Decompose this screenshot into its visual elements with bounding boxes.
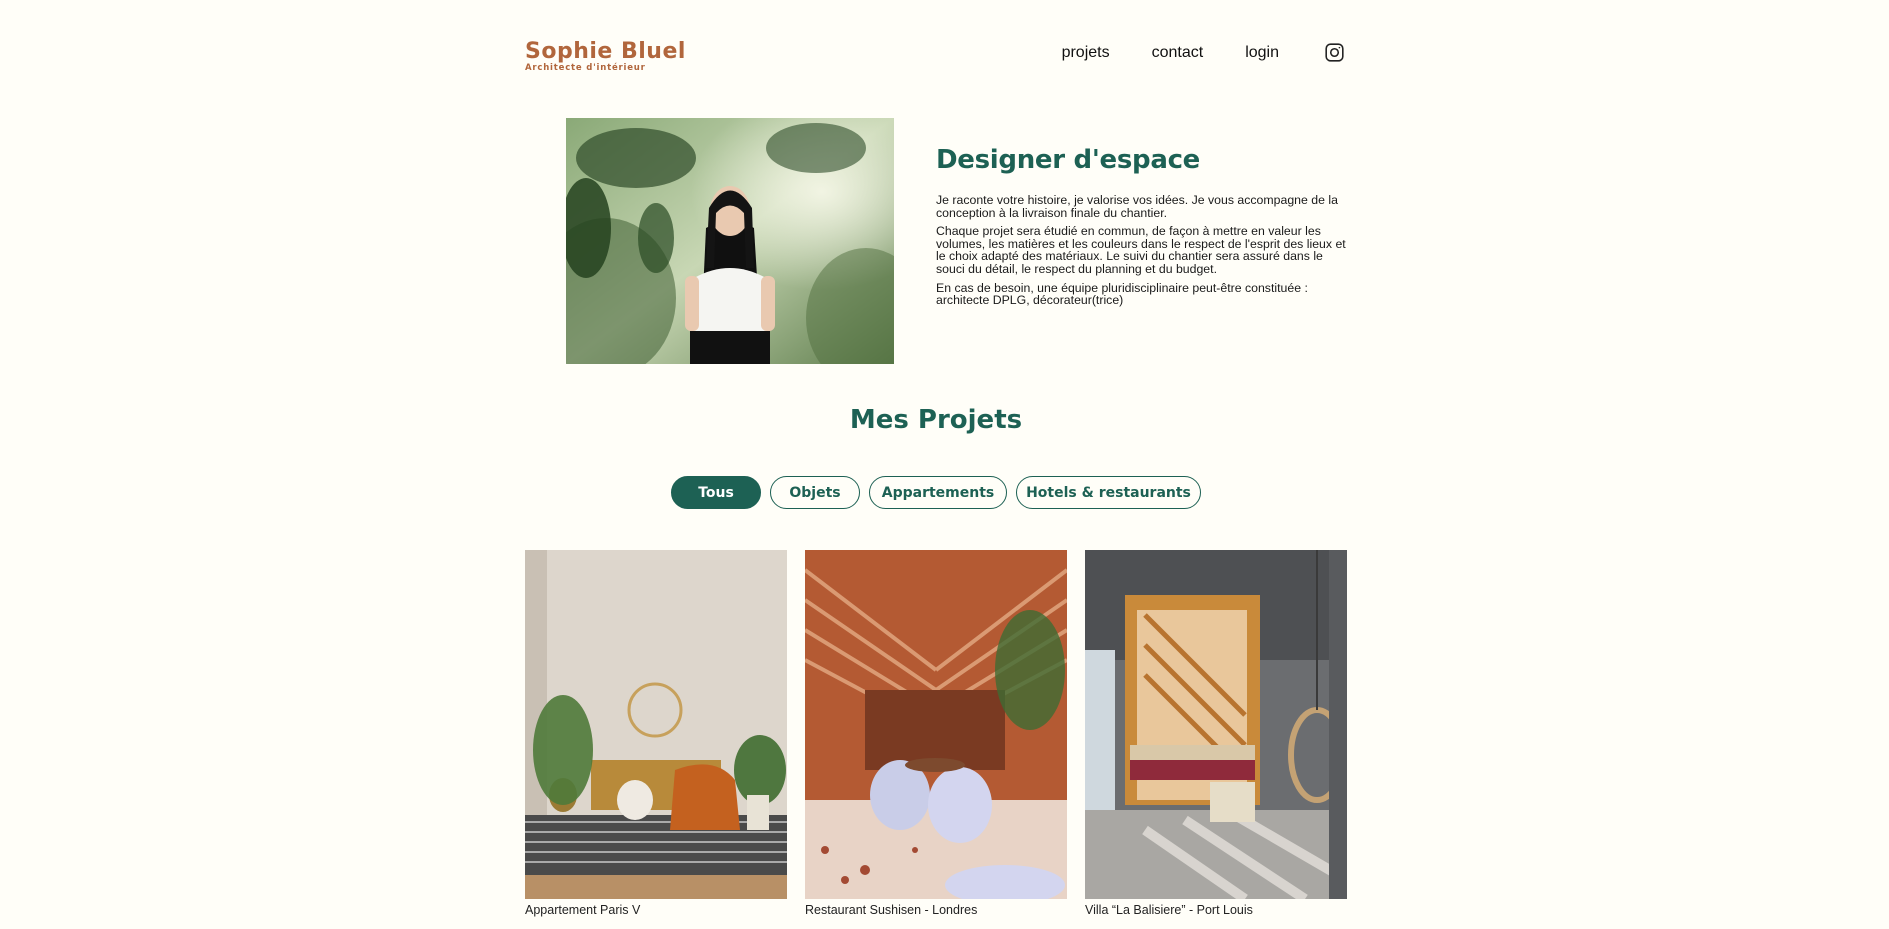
nav-link-projets[interactable]: projets <box>1062 44 1110 62</box>
site-header: Sophie Bluel Architecte d'intérieur proj… <box>525 40 1345 80</box>
project-card[interactable]: Restaurant Sushisen - Londres <box>805 550 1067 917</box>
filter-button-hotels-restaurants[interactable]: Hotels & restaurants <box>1016 476 1201 509</box>
filter-bar: Tous Objets Appartements Hotels & restau… <box>671 476 1201 509</box>
main-nav: projets contact login <box>1062 43 1345 63</box>
instagram-icon[interactable] <box>1324 42 1345 63</box>
projects-title: Mes Projets <box>849 405 1023 435</box>
nav-link-login[interactable]: login <box>1245 44 1279 62</box>
nav-link-contact[interactable]: contact <box>1152 44 1204 62</box>
project-image-appartement[interactable] <box>525 550 787 899</box>
logo-subtitle: Architecte d'intérieur <box>525 63 646 73</box>
logo[interactable]: Sophie Bluel Architecte d'intérieur <box>525 39 686 74</box>
intro-paragraph: Je raconte votre histoire, je valorise v… <box>936 193 1338 220</box>
intro-title: Designer d'espace <box>936 145 1201 175</box>
page: Sophie Bluel Architecte d'intérieur proj… <box>0 0 1889 929</box>
filter-button-objets[interactable]: Objets <box>770 476 860 509</box>
project-gallery: Appartement Paris V Restaurant Sushisen … <box>525 550 1347 917</box>
project-card[interactable]: Appartement Paris V <box>525 550 787 917</box>
project-caption: Villa “La Balisiere” - Port Louis <box>1085 903 1253 917</box>
project-caption: Restaurant Sushisen - Londres <box>805 903 978 917</box>
intro-paragraph: En cas de besoin, une équipe pluridiscip… <box>936 280 1308 308</box>
intro-paragraph: Chaque projet sera étudié en commun, de … <box>936 224 1346 276</box>
logo-title: Sophie Bluel <box>525 39 686 64</box>
portrait-photo <box>566 118 894 364</box>
intro-text: Designer d'espace Je raconte votre histo… <box>936 145 1346 313</box>
project-caption: Appartement Paris V <box>525 903 641 917</box>
project-card[interactable]: Villa “La Balisiere” - Port Louis <box>1085 550 1347 917</box>
filter-button-tous[interactable]: Tous <box>671 476 761 509</box>
project-image-villa[interactable] <box>1085 550 1347 899</box>
project-image-restaurant[interactable] <box>805 550 1067 899</box>
filter-button-appartements[interactable]: Appartements <box>869 476 1007 509</box>
